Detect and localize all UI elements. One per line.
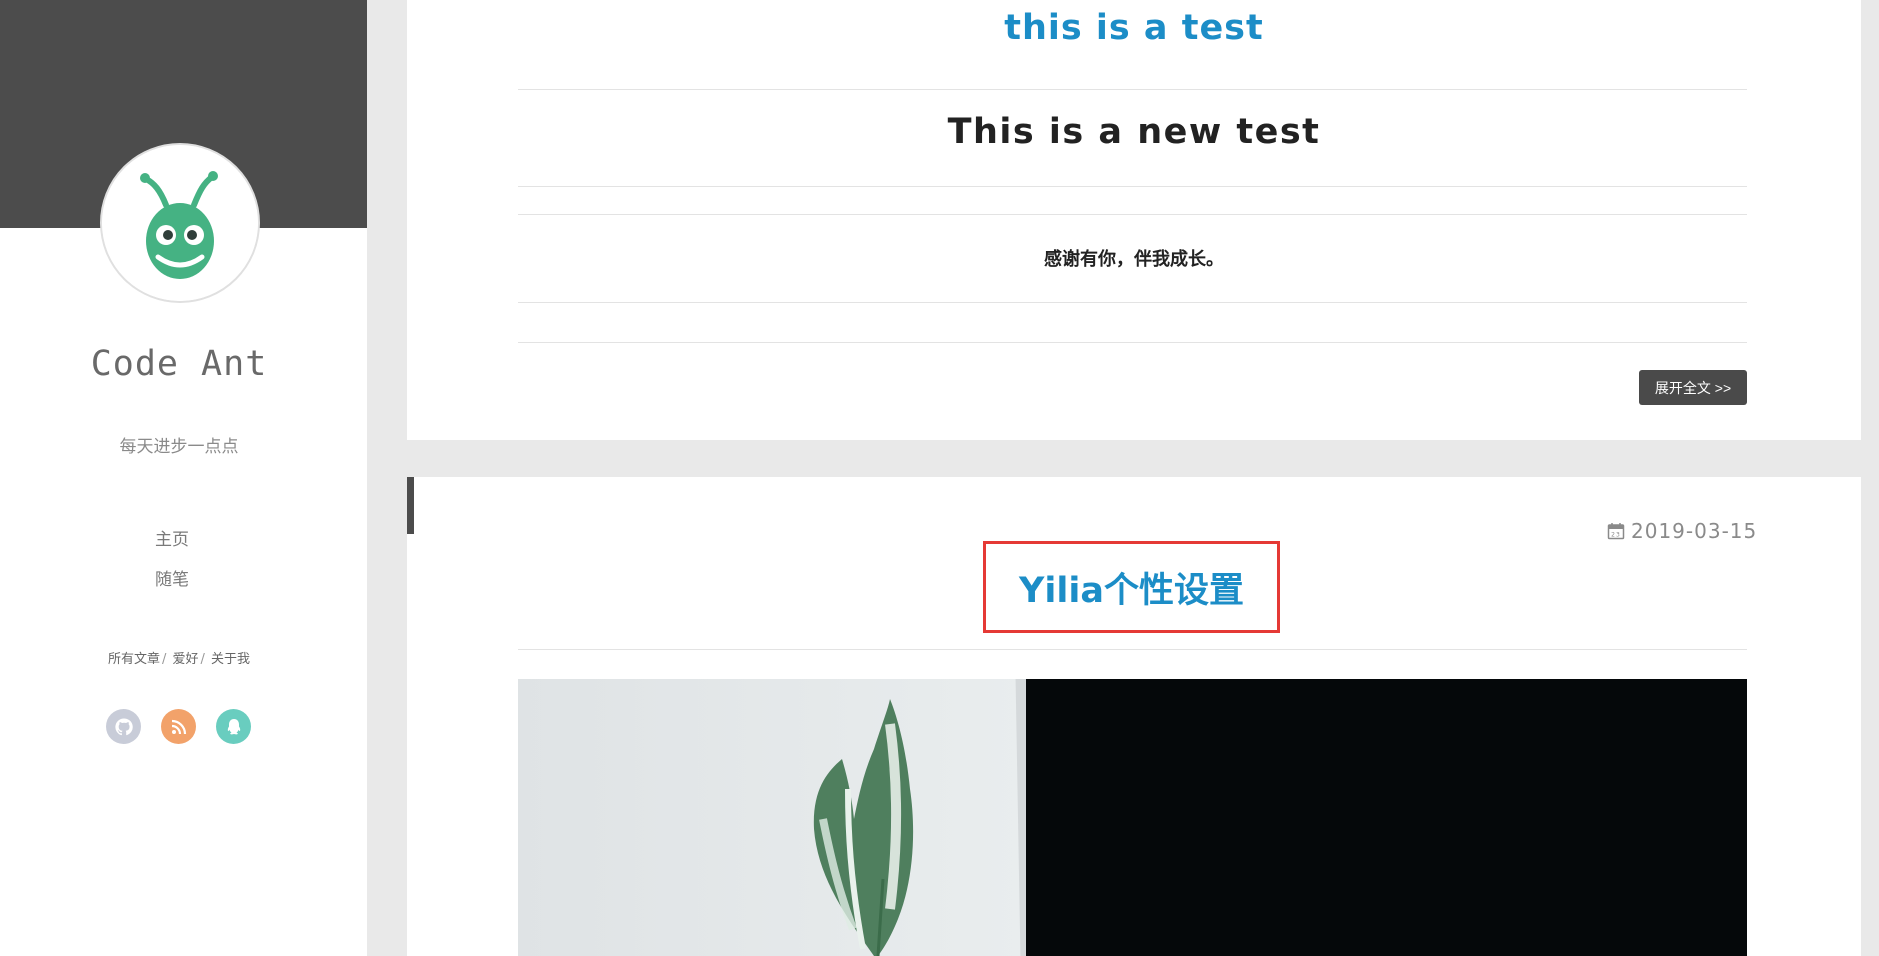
link-hobbies[interactable]: 爱好 [172,652,198,667]
divider [518,89,1747,90]
social-links [106,709,251,744]
sidebar: Code Ant 每天进步一点点 主页 随笔 所有文章 / 爱好 / 关于我 [0,0,367,956]
divider [518,214,1747,215]
article-title[interactable]: Yilia个性设置 [1019,562,1244,613]
article-card: 23 2019-03-15 Yilia个性设置 [407,477,1861,956]
divider [518,302,1747,303]
secondary-links: 所有文章 / 爱好 / 关于我 [0,648,358,667]
ant-logo-icon [102,145,258,301]
blog-subtitle: 每天进步一点点 [119,437,239,457]
leaf-image-icon [813,699,914,956]
article-title[interactable]: this is a test [407,8,1861,48]
article-date-text: 2019-03-15 [1631,519,1758,543]
nav-item-home[interactable]: 主页 [0,520,344,560]
divider [518,342,1747,343]
divider [518,649,1747,650]
article-date: 23 2019-03-15 [1607,519,1757,543]
divider [518,186,1747,187]
article-marker [407,477,414,534]
link-separator: / [161,652,167,667]
main-nav: 主页 随笔 [0,520,344,600]
read-more-button[interactable]: 展开全文 >> [1639,370,1747,405]
rss-icon[interactable] [161,709,196,744]
link-separator: / [200,652,205,667]
article-cover-image[interactable] [518,679,1747,956]
link-all-posts[interactable]: 所有文章 [108,652,160,667]
blog-title[interactable]: Code Ant [0,344,358,384]
article-excerpt: 感谢有你，伴我成长。 [1044,249,1224,270]
avatar[interactable] [100,143,260,303]
svg-text:23: 23 [1611,532,1621,539]
qq-icon[interactable] [216,709,251,744]
github-icon[interactable] [106,709,141,744]
link-about-me[interactable]: 关于我 [211,652,250,667]
highlight-box: Yilia个性设置 [983,541,1280,633]
nav-item-essays[interactable]: 随笔 [0,560,344,600]
calendar-icon: 23 [1607,523,1625,540]
article-card: this is a test This is a new test 感谢有你，伴… [407,0,1861,440]
article-heading: This is a new test [947,112,1321,152]
